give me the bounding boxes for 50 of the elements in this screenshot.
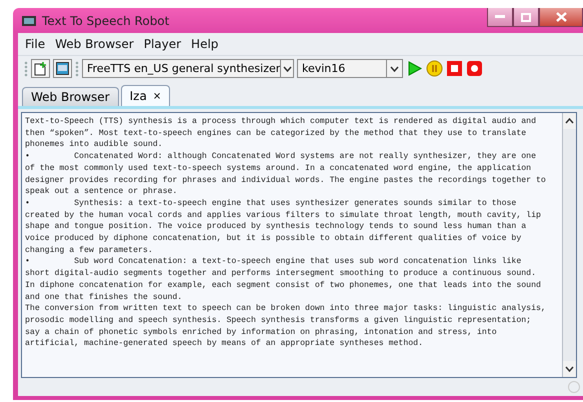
new-document-button[interactable]	[31, 59, 50, 78]
stop-icon[interactable]	[446, 60, 463, 77]
text-line: phonemes into audible sound.	[25, 139, 164, 152]
app-icon	[22, 16, 36, 26]
maximize-icon	[521, 12, 531, 22]
chevron-down-icon	[282, 66, 292, 72]
maximize-button[interactable]	[513, 8, 539, 27]
text-line: created by the human vocal cords and applies various filters to simulate throat length, mouth cavity, lip	[25, 210, 542, 222]
menu-item[interactable]: File	[25, 37, 46, 51]
tab[interactable]: Iza ×	[120, 85, 170, 106]
scroll-down-icon[interactable]	[563, 361, 576, 377]
text-line: artificial, machine-generated speech by means of an appropriate syntheses method.	[25, 338, 424, 350]
text-line: say a chain of phonetic symbols enriched by information on phrasing, intonation and stress, into	[25, 326, 498, 338]
text-line: of the most commonly used text-to-speech systems around. In a concatenated word engine, the application	[25, 162, 532, 175]
menu-item[interactable]: Web Browser	[55, 37, 134, 51]
play-icon[interactable]	[406, 60, 423, 77]
close-icon	[556, 12, 566, 22]
close-button[interactable]	[539, 8, 583, 27]
text-line: voice produced by diphone concatenation, but it is possible to obtain different qualities of voice by	[25, 233, 522, 245]
menu-item[interactable]: Player	[144, 37, 182, 51]
minimize-icon	[495, 15, 505, 19]
text-line: changing a few parameters.	[25, 244, 154, 256]
text-line: shape and tongue position. The voice produced by synthesis technology tends to sound less human than a	[25, 221, 528, 234]
window-button[interactable]	[53, 59, 72, 78]
menu-item[interactable]: Help	[191, 37, 218, 51]
close-icon[interactable]: ×	[152, 90, 162, 102]
pause-icon[interactable]	[426, 60, 443, 77]
text-line: and one that finishes the sound.	[25, 292, 184, 304]
text-line: prosodic modelling and speech synthesis. Speech synthesis transforms a given linguistic representation;	[25, 314, 532, 327]
record-icon[interactable]	[466, 60, 483, 77]
resize-grip[interactable]	[568, 381, 580, 393]
text-line: The conversion from written text to speech can be broken down into three major tasks: linguistic analysis,	[25, 303, 547, 315]
text-line: speak out a sentence or phrase.	[25, 186, 178, 198]
scroll-up-icon[interactable]	[563, 113, 576, 129]
window-title: Text To Speech Robot	[42, 14, 170, 28]
tab[interactable]: Web Browser	[22, 87, 119, 106]
text-line: short digital-audio segments together and performs intersegment smoothing to produce a continuous sound.	[25, 268, 537, 280]
synthesizer-dropdown[interactable]: FreeTTS en_US general synthesizer	[82, 59, 294, 78]
text-line: then “spoken”. Most text-to-speech engines can be categorized by the method that they use to translate	[25, 128, 528, 140]
text-line: In diphone concatenation for example, each segment consist of two phonemes, one that leads into the sound	[25, 280, 542, 292]
scrollbar[interactable]	[562, 113, 576, 377]
text-line: • Concatenated Word: although Concatenated Word systems are not really synthesizer, they are one	[25, 151, 537, 163]
text-area[interactable]	[21, 112, 577, 378]
chevron-down-icon	[390, 66, 399, 72]
voice-dropdown[interactable]: kevin16	[297, 59, 403, 78]
text-line: Text-to-Speech (TTS) synthesis is a process through which computer text is rendered as digital audio and	[25, 116, 537, 128]
text-line: • Sub word Concatenation: a text-to-speech engine that uses sub word concatenation links like	[25, 256, 522, 268]
minimize-button[interactable]	[487, 8, 513, 27]
text-line: • Synthesis: a text-to-speech engine that uses synthesizer generates sounds similar to those	[25, 198, 518, 210]
text-line: designer provides recording for phrases and individual words. The engine pastes the recordings together to	[25, 174, 547, 186]
